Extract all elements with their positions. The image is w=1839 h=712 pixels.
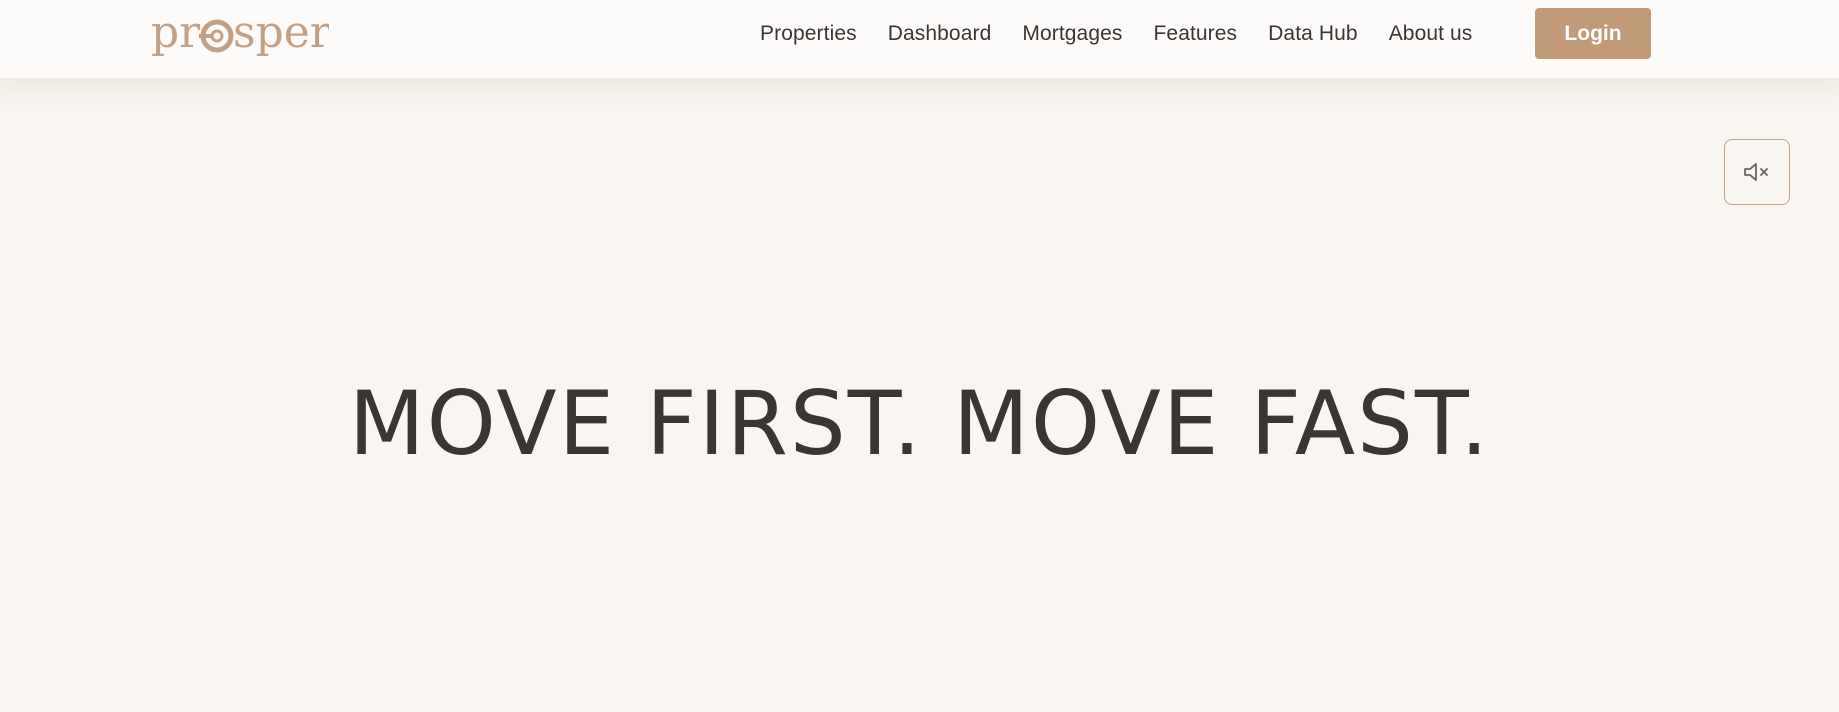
nav-item-data-hub[interactable]: Data Hub — [1268, 22, 1358, 46]
nav-item-dashboard[interactable]: Dashboard — [888, 22, 992, 46]
main-nav: Properties Dashboard Mortgages Features … — [760, 0, 1503, 68]
prosper-logo-icon: pr sper — [151, 7, 329, 58]
nav-item-properties[interactable]: Properties — [760, 22, 857, 46]
login-button[interactable]: Login — [1535, 8, 1651, 59]
volume-muted-icon — [1744, 163, 1768, 181]
header-shadow-band — [0, 78, 1839, 116]
prosper-logo[interactable]: pr sper — [151, 6, 329, 62]
nav-item-about-us[interactable]: About us — [1389, 22, 1473, 46]
nav-item-features[interactable]: Features — [1153, 22, 1237, 46]
top-navbar: pr sper Properties Dashboard Mortgages F… — [0, 0, 1839, 78]
hero-title: MOVE FIRST. MOVE FAST. — [348, 372, 1491, 475]
nav-item-mortgages[interactable]: Mortgages — [1022, 22, 1122, 46]
mute-button[interactable] — [1724, 139, 1790, 205]
svg-text:sper: sper — [233, 7, 329, 58]
svg-text:pr: pr — [151, 7, 201, 58]
